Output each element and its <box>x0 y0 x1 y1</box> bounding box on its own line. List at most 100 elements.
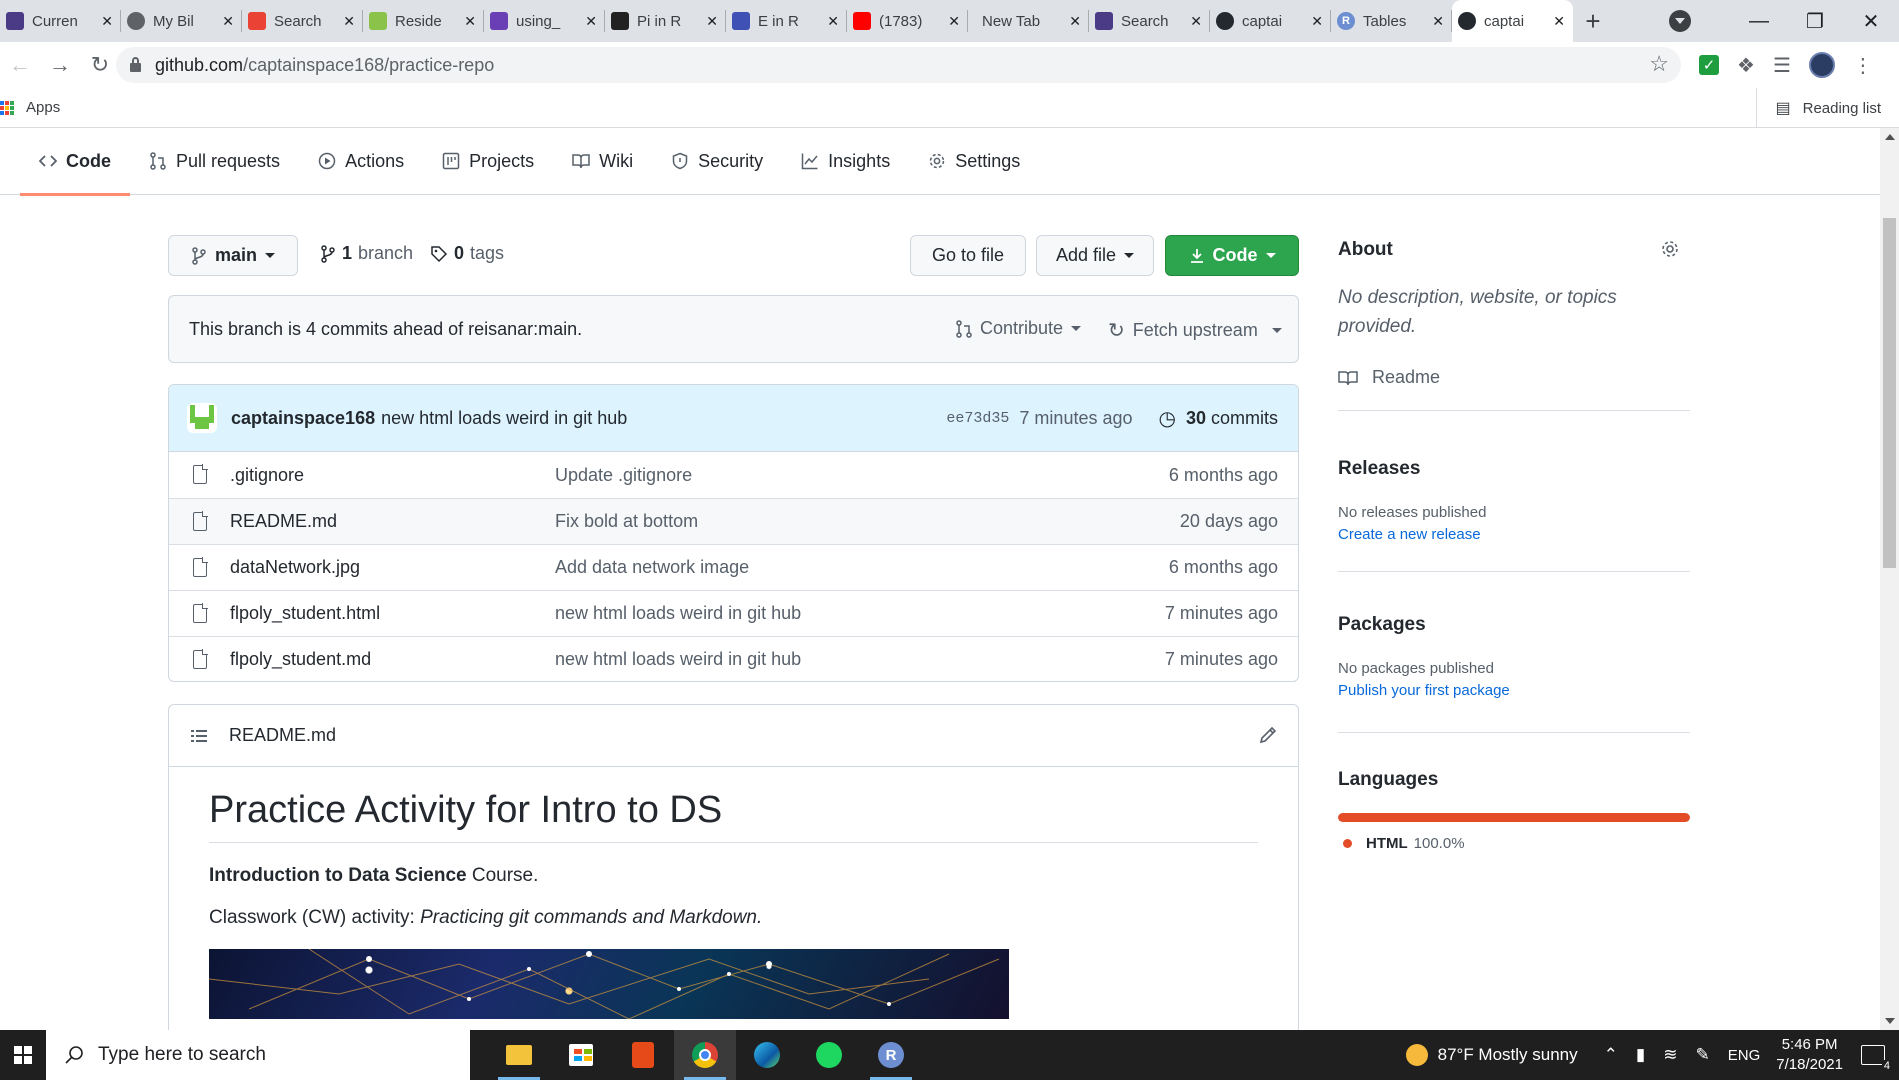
browser-tab[interactable]: using_ ✕ <box>484 0 605 42</box>
close-window-button[interactable]: ✕ <box>1843 9 1899 34</box>
close-tab-icon[interactable]: ✕ <box>222 13 234 30</box>
tab-search-icon[interactable] <box>1669 10 1691 32</box>
close-tab-icon[interactable]: ✕ <box>343 13 355 30</box>
file-commit-message[interactable]: new html loads weird in git hub <box>555 649 801 670</box>
puzzle-extensions-icon[interactable]: ❖ <box>1737 53 1755 78</box>
file-name[interactable]: README.md <box>230 511 337 532</box>
author-avatar[interactable] <box>187 403 217 433</box>
list-icon[interactable] <box>191 729 207 742</box>
weather-text[interactable]: 87°F Mostly sunny <box>1438 1045 1578 1065</box>
file-row[interactable]: .gitignore Update .gitignore 6 months ago <box>169 452 1298 498</box>
restore-button[interactable]: ❐ <box>1787 9 1843 34</box>
browser-tab[interactable]: New Tab ✕ <box>968 0 1089 42</box>
url-text[interactable]: github.com/captainspace168/practice-repo <box>155 55 494 76</box>
forward-button[interactable]: → <box>40 52 80 78</box>
browser-tab[interactable]: E in R ✕ <box>726 0 847 42</box>
commit-author[interactable]: captainspace168 <box>231 408 375 429</box>
close-tab-icon[interactable]: ✕ <box>1190 13 1202 30</box>
battery-icon[interactable]: ▮ <box>1636 1045 1645 1065</box>
page-scrollbar[interactable] <box>1880 128 1899 1030</box>
browser-tab[interactable]: Reside ✕ <box>363 0 484 42</box>
file-name[interactable]: .gitignore <box>230 465 304 486</box>
new-tab-button[interactable]: + <box>1573 0 1613 42</box>
readme-link[interactable]: Readme <box>1338 367 1440 388</box>
tags-link[interactable]: 0 tags <box>430 243 504 264</box>
contribute-button[interactable]: Contribute <box>956 318 1082 339</box>
tab-wiki[interactable]: Wiki <box>553 128 652 195</box>
fetch-upstream-button[interactable]: ↻ Fetch upstream <box>1108 318 1282 343</box>
browser-tab[interactable]: Pi in R ✕ <box>605 0 726 42</box>
close-tab-icon[interactable]: ✕ <box>1069 13 1081 30</box>
tab-settings[interactable]: Settings <box>909 128 1039 195</box>
close-tab-icon[interactable]: ✕ <box>948 13 960 30</box>
file-row[interactable]: flpoly_student.html new html loads weird … <box>169 590 1298 636</box>
tab-actions[interactable]: Actions <box>299 128 423 195</box>
close-tab-icon[interactable]: ✕ <box>1311 13 1323 30</box>
close-tab-icon[interactable]: ✕ <box>464 13 476 30</box>
file-name[interactable]: flpoly_student.md <box>230 649 371 670</box>
pencil-icon[interactable] <box>1258 725 1278 745</box>
apps-bookmark[interactable]: Apps <box>26 99 60 116</box>
browser-tab[interactable]: R Tables ✕ <box>1331 0 1452 42</box>
browser-tab[interactable]: My Bil ✕ <box>121 0 242 42</box>
taskbar-clock[interactable]: 5:46 PM 7/18/2021 <box>1776 1035 1843 1075</box>
minimize-button[interactable]: — <box>1731 10 1787 33</box>
browser-tab[interactable]: captai ✕ <box>1210 0 1331 42</box>
checkmark-extension-icon[interactable]: ✓ <box>1699 55 1719 75</box>
windows-start-icon[interactable] <box>0 1030 46 1080</box>
tab-pull-requests[interactable]: Pull requests <box>130 128 299 195</box>
tab-insights[interactable]: Insights <box>782 128 909 195</box>
language-item[interactable]: HTML 100.0% <box>1343 835 1465 852</box>
bookmark-star-icon[interactable]: ☆ <box>1649 51 1669 77</box>
file-commit-message[interactable]: Fix bold at bottom <box>555 511 698 532</box>
commit-sha[interactable]: ee73d35 <box>946 410 1009 427</box>
language-indicator[interactable]: ENG <box>1728 1047 1761 1064</box>
close-tab-icon[interactable]: ✕ <box>706 13 718 30</box>
readme-filename[interactable]: README.md <box>229 725 336 746</box>
reload-button[interactable]: ↻ <box>80 52 120 78</box>
file-row[interactable]: flpoly_student.md new html loads weird in… <box>169 636 1298 681</box>
file-commit-message[interactable]: Add data network image <box>555 557 749 578</box>
file-explorer-icon[interactable] <box>488 1030 550 1080</box>
browser-tab[interactable]: Curren ✕ <box>0 0 121 42</box>
file-row[interactable]: README.md Fix bold at bottom 20 days ago <box>169 498 1298 544</box>
back-button[interactable]: ← <box>0 52 40 78</box>
media-control-icon[interactable]: ☰ <box>1773 53 1791 78</box>
packages-title[interactable]: Packages <box>1338 614 1426 636</box>
spotify-icon[interactable] <box>798 1030 860 1080</box>
lock-icon[interactable] <box>130 57 141 72</box>
tab-security[interactable]: Security <box>652 128 782 195</box>
branch-select-button[interactable]: main <box>168 235 298 276</box>
taskbar-search-box[interactable]: Type here to search <box>46 1030 470 1080</box>
file-row[interactable]: dataNetwork.jpg Add data network image 6 m… <box>169 544 1298 590</box>
reading-list-button[interactable]: ▤ Reading list <box>1756 88 1881 128</box>
browser-tab[interactable]: (1783) ✕ <box>847 0 968 42</box>
tab-projects[interactable]: Projects <box>423 128 553 195</box>
close-tab-icon[interactable]: ✕ <box>1553 13 1565 30</box>
close-tab-icon[interactable]: ✕ <box>585 13 597 30</box>
close-tab-icon[interactable]: ✕ <box>101 13 113 30</box>
gear-icon[interactable] <box>1660 239 1680 259</box>
file-commit-message[interactable]: Update .gitignore <box>555 465 692 486</box>
code-button[interactable]: Code <box>1165 235 1299 276</box>
scroll-up-arrow-icon[interactable] <box>1885 134 1895 140</box>
chrome-menu-icon[interactable]: ⋮ <box>1853 53 1873 78</box>
wifi-icon[interactable]: ≋ <box>1663 1045 1677 1065</box>
releases-title[interactable]: Releases <box>1338 458 1420 480</box>
scroll-down-arrow-icon[interactable] <box>1885 1018 1895 1024</box>
browser-tab[interactable]: Search ✕ <box>242 0 363 42</box>
r-app-icon[interactable]: R <box>860 1030 922 1080</box>
store-icon[interactable] <box>550 1030 612 1080</box>
chevron-up-icon[interactable]: ⌃ <box>1604 1045 1618 1065</box>
add-file-button[interactable]: Add file <box>1036 235 1154 276</box>
scroll-thumb[interactable] <box>1883 218 1896 568</box>
office-icon[interactable] <box>612 1030 674 1080</box>
close-tab-icon[interactable]: ✕ <box>1432 13 1444 30</box>
go-to-file-button[interactable]: Go to file <box>910 235 1026 276</box>
chrome-icon[interactable] <box>674 1030 736 1080</box>
notifications-icon[interactable]: 4 <box>1861 1045 1892 1072</box>
tab-code[interactable]: Code <box>20 128 130 196</box>
file-name[interactable]: flpoly_student.html <box>230 603 380 624</box>
address-bar[interactable]: github.com/captainspace168/practice-repo… <box>116 47 1681 83</box>
profile-avatar[interactable] <box>1808 52 1835 78</box>
